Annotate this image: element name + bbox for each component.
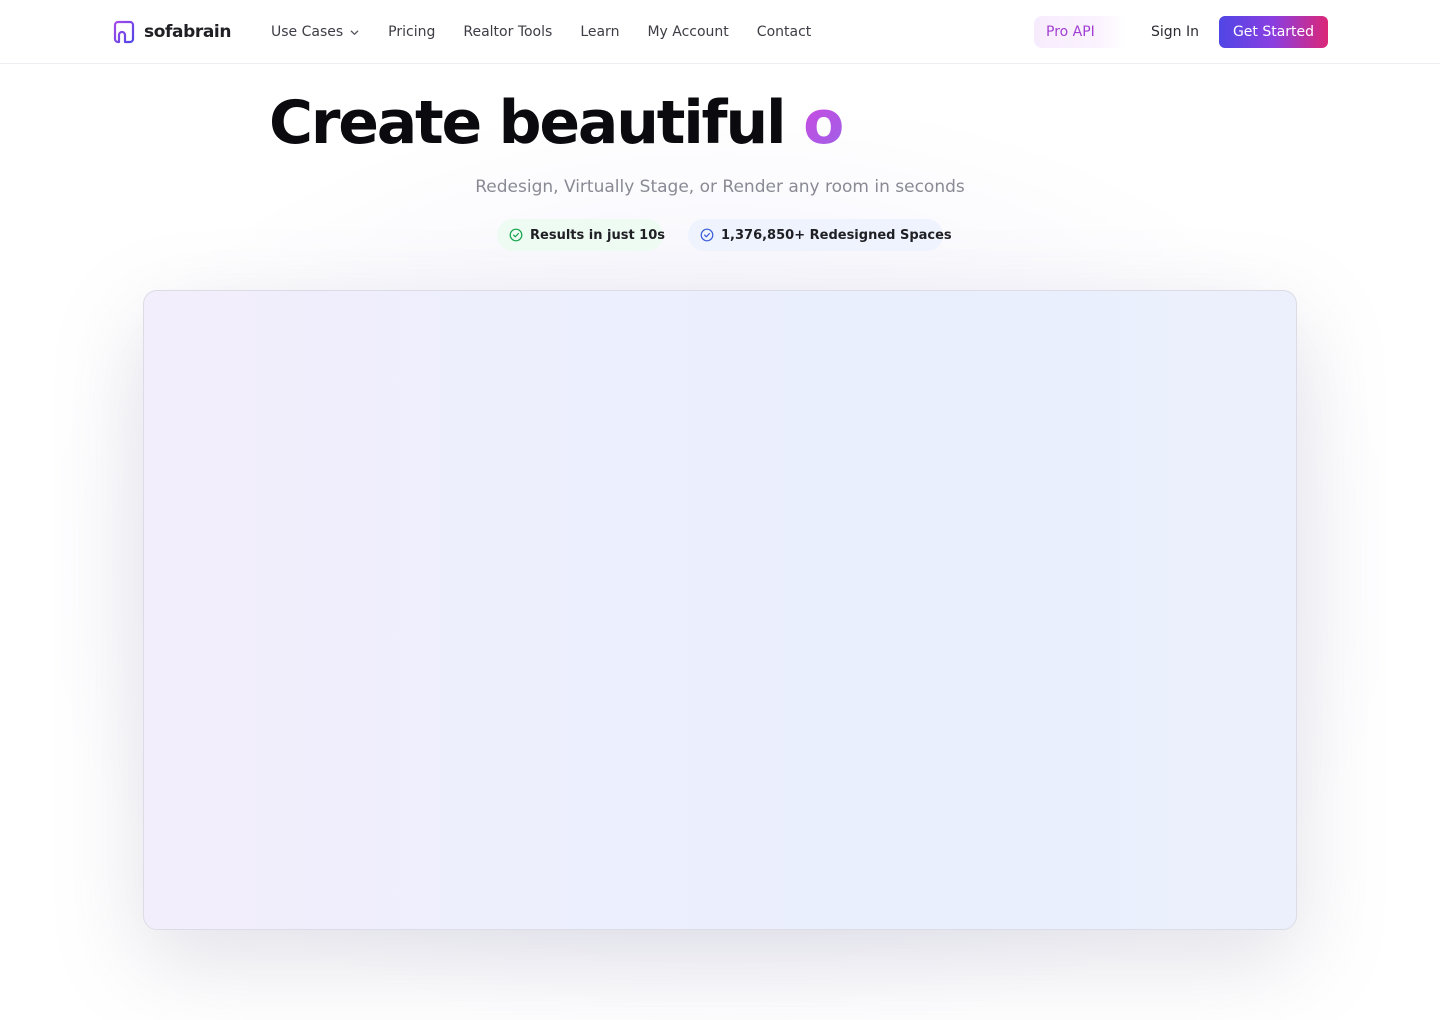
main-nav: Use Cases Pricing Realtor Tools Learn My… (271, 0, 811, 64)
nav-item-label: Pricing (388, 24, 436, 40)
nav-item-label: Learn (580, 24, 620, 40)
hero-title-static: Create beautiful (269, 88, 787, 158)
badge-label: 1,376,850+ Redesigned Spaces (721, 227, 952, 243)
nav-item-label: Realtor Tools (463, 24, 553, 40)
brand-logo-link[interactable]: sofabrain (112, 19, 231, 45)
redesigned-count-badge: 1,376,850+ Redesigned Spaces (688, 219, 952, 251)
nav-item-label: Contact (756, 24, 812, 40)
nav-item-contact[interactable]: Contact (757, 24, 811, 40)
brand-name: sofabrain (144, 22, 232, 42)
get-started-button[interactable]: Get Started (1219, 16, 1328, 48)
sign-in-link[interactable]: Sign In (1151, 0, 1199, 64)
speed-badge: Results in just 10s (497, 219, 666, 251)
nav-item-pricing[interactable]: Pricing (388, 24, 435, 40)
badge-label: Results in just 10s (530, 227, 666, 243)
top-navbar: sofabrain Use Cases Pricing Realtor Tool… (0, 0, 1440, 64)
house-outline-icon (113, 20, 135, 44)
hero-subtitle: Redesign, Virtually Stage, or Render any… (475, 177, 965, 197)
hero-title: Create beautiful o (269, 88, 844, 158)
nav-item-label: My Account (647, 24, 729, 40)
nav-item-use-cases[interactable]: Use Cases (271, 24, 360, 40)
redesign-showcase-panel (143, 290, 1297, 930)
check-circle-icon (509, 228, 523, 242)
pro-api-button[interactable]: Pro API (1034, 16, 1127, 48)
nav-item-my-account[interactable]: My Account (647, 24, 728, 40)
check-circle-icon (700, 228, 714, 242)
hero-title-typed-word: o (803, 88, 844, 158)
nav-item-learn[interactable]: Learn (580, 24, 619, 40)
chevron-down-icon (350, 29, 359, 35)
nav-item-realtor-tools[interactable]: Realtor Tools (463, 24, 552, 40)
nav-item-label: Use Cases (271, 24, 344, 40)
